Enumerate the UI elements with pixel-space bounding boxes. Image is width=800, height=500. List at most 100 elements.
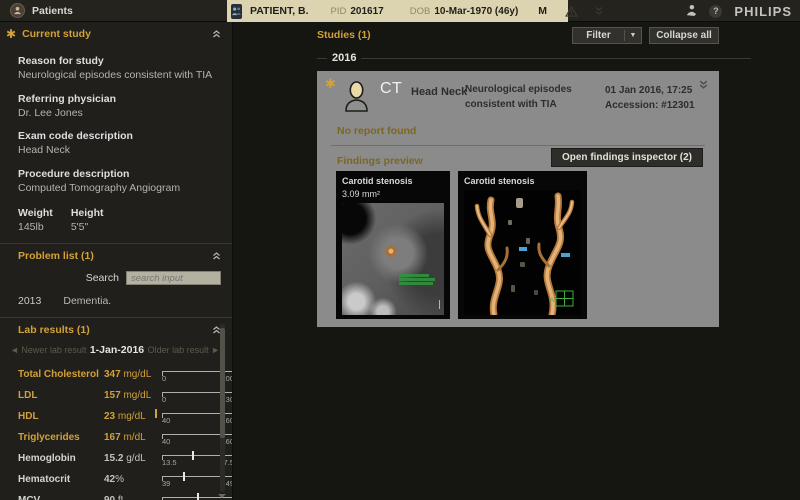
filter-button[interactable]: Filter ▼ <box>572 27 642 44</box>
newer-lab-result-link[interactable]: ◄ Newer lab result <box>10 345 86 355</box>
search-input[interactable] <box>126 271 221 285</box>
weight-value: 145lb <box>18 221 53 233</box>
open-findings-inspector-button[interactable]: Open findings inspector (2) <box>551 148 703 167</box>
lab-result-row[interactable]: Hematocrit 42% 39 49 <box>0 469 232 490</box>
pid-value: 201617 <box>350 6 383 17</box>
weight-height-row: Weight 145lb Height 5'5" <box>0 207 232 233</box>
field-value: Neurological episodes consistent with TI… <box>18 69 220 82</box>
collapse-chevron-icon[interactable] <box>211 29 222 39</box>
problem-year: 2013 <box>18 295 41 307</box>
weight-label: Weight <box>18 207 53 219</box>
value-marker <box>197 493 199 500</box>
no-report-text: No report found <box>337 125 416 137</box>
study-field: Referring physician Dr. Lee Jones <box>0 93 232 120</box>
lab-results-header[interactable]: Lab results (1) <box>0 318 232 340</box>
findings-preview-title: Findings preview <box>337 155 423 167</box>
topbar-right-controls: ? PHILIPS <box>684 0 792 22</box>
lab-results-list: Total Cholesterol 347 mg/dL 0 200 LDL 15… <box>0 364 232 500</box>
asterisk-icon: ✱ <box>325 76 336 92</box>
patient-name: PATIENT, B. <box>250 5 309 17</box>
tab-patients[interactable]: Patients <box>0 0 87 21</box>
year-line-segment <box>317 58 327 59</box>
value-marker <box>155 409 157 418</box>
lab-result-row[interactable]: Hemoglobin 15.2 g/dL 13.5 17.5 <box>0 448 232 469</box>
lab-test-name: Total Cholesterol <box>18 369 104 380</box>
field-label: Referring physician <box>18 93 220 105</box>
study-card[interactable]: ✱ CT Head Neck Neurological episodes con… <box>317 71 719 327</box>
vessel-3d-image: A <box>464 190 581 315</box>
study-accession: Accession: #12301 <box>605 98 695 113</box>
application-window: Patients PATIENT, B. PID 201617 DOB 10-M… <box>0 0 800 500</box>
card-collapse-chevron-icon[interactable] <box>698 79 709 93</box>
study-name: Head Neck <box>411 86 467 98</box>
finding-measurement: 3.09 mm² <box>342 189 444 199</box>
lab-date: 1-Jan-2016 <box>86 344 147 356</box>
lab-test-name: HDL <box>18 411 104 422</box>
banner-expand-chevron-icon[interactable] <box>594 6 604 16</box>
lab-result-row[interactable]: Triglycerides 167 m/dL 40 160 <box>0 427 232 448</box>
range-min-label: 0 <box>162 374 166 383</box>
lab-result-row[interactable]: HDL 23 mg/dL 40 160 <box>0 406 232 427</box>
help-icon[interactable]: ? <box>709 5 722 18</box>
search-label: Search <box>86 272 119 284</box>
range-min-label: 39 <box>162 479 170 488</box>
study-field: Procedure description Computed Tomograph… <box>0 168 232 195</box>
problem-items: 2013 Dementia. <box>0 295 232 307</box>
finding-thumbnail-3d-vessels[interactable]: Carotid stenosis <box>458 171 587 319</box>
problem-text: Dementia. <box>63 295 111 307</box>
height-value: 5'5" <box>71 221 104 233</box>
studies-header: Studies (1) <box>317 29 572 41</box>
older-lab-result-link[interactable]: Older lab result ► <box>148 345 220 355</box>
current-study-header[interactable]: ✱ Current study <box>0 22 232 44</box>
year-group-row: 2016 <box>317 52 719 64</box>
lab-results-title: Lab results (1) <box>18 324 211 336</box>
sidebar: ✱ Current study Reason for study Neurolo… <box>0 22 233 500</box>
year-label: 2016 <box>332 52 356 64</box>
warning-icon[interactable] <box>565 6 578 17</box>
pid-label: PID <box>331 6 347 17</box>
finding-title: Carotid stenosis <box>342 176 444 186</box>
field-label: Reason for study <box>18 55 220 67</box>
scrollbar-down-arrow-icon[interactable] <box>218 494 226 498</box>
field-label: Procedure description <box>18 168 220 180</box>
field-value: Head Neck <box>18 144 220 157</box>
card-divider <box>331 145 705 146</box>
study-field: Exam code description Head Neck <box>0 130 232 157</box>
study-reason: Neurological episodes consistent with TI… <box>465 83 623 112</box>
range-min-label: 40 <box>162 416 170 425</box>
collapse-chevron-icon[interactable] <box>211 251 222 261</box>
problem-list-header[interactable]: Problem list (1) <box>0 244 232 266</box>
lab-test-value: 15.2 g/dL <box>104 453 160 464</box>
field-value: Computed Tomography Angiogram <box>18 182 220 195</box>
lab-result-row[interactable]: Total Cholesterol 347 mg/dL 0 200 <box>0 364 232 385</box>
dob-label: DOB <box>410 6 431 17</box>
field-label: Exam code description <box>18 130 220 142</box>
user-icon[interactable] <box>684 3 697 19</box>
current-study-fields: Reason for study Neurological episodes c… <box>0 55 232 194</box>
scale-marker <box>439 300 440 309</box>
sidebar-scrollbar-thumb[interactable] <box>220 328 225 438</box>
collapse-all-button[interactable]: Collapse all <box>649 27 719 44</box>
tab-patients-label: Patients <box>32 5 73 17</box>
finding-thumbnail-ct-slice[interactable]: Carotid stenosis 3.09 mm² <box>336 171 450 319</box>
value-marker <box>183 472 185 481</box>
lab-test-name: MCV <box>18 495 104 500</box>
svg-text:A: A <box>550 298 554 304</box>
study-datetime: 01 Jan 2016, 17:25 <box>605 83 695 98</box>
study-modality: CT <box>380 80 402 98</box>
lab-test-value: 23 mg/dL <box>104 411 160 422</box>
problem-list-title: Problem list (1) <box>18 250 211 262</box>
ct-slice-image <box>342 203 444 315</box>
lab-date-navigation: ◄ Newer lab result 1-Jan-2016 Older lab … <box>0 344 232 356</box>
problem-list-item[interactable]: 2013 Dementia. <box>0 295 232 307</box>
asterisk-icon: ✱ <box>6 29 16 39</box>
lab-test-value: 42% <box>104 474 160 485</box>
lab-result-row[interactable]: MCV 90 fL 80 100 <box>0 490 232 500</box>
lab-test-value: 167 m/dL <box>104 432 160 443</box>
philips-logo: PHILIPS <box>734 4 792 19</box>
top-bar: Patients PATIENT, B. PID 201617 DOB 10-M… <box>0 0 800 22</box>
patient-banner-icon <box>231 4 242 19</box>
lab-test-name: Hemoglobin <box>18 453 104 464</box>
lab-result-row[interactable]: LDL 157 mg/dL 0 130 <box>0 385 232 406</box>
patient-banner[interactable]: PATIENT, B. PID 201617 DOB 10-Mar-1970 (… <box>227 0 568 22</box>
